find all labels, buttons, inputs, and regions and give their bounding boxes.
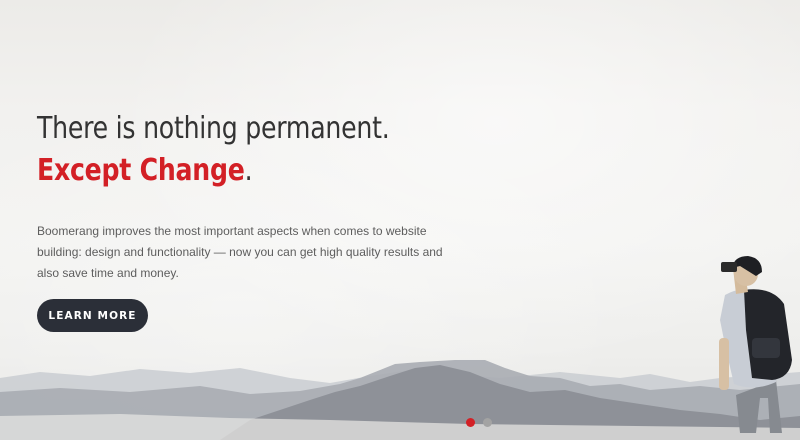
hero-section: There is nothing permanent. Except Chang… [0, 0, 800, 440]
slider-dot-2[interactable] [483, 418, 492, 427]
hero-content: There is nothing permanent. Except Chang… [37, 108, 477, 284]
slider-pagination [466, 418, 492, 427]
learn-more-button[interactable]: LEARN MORE [37, 299, 148, 332]
headline: There is nothing permanent. Except Chang… [37, 108, 407, 192]
slider-dot-1[interactable] [466, 418, 475, 427]
headline-line-1: There is nothing permanent. [37, 111, 390, 146]
headline-period: . [244, 153, 253, 188]
headline-accent: Except Change [37, 153, 245, 188]
hero-description: Boomerang improves the most important as… [37, 224, 443, 280]
